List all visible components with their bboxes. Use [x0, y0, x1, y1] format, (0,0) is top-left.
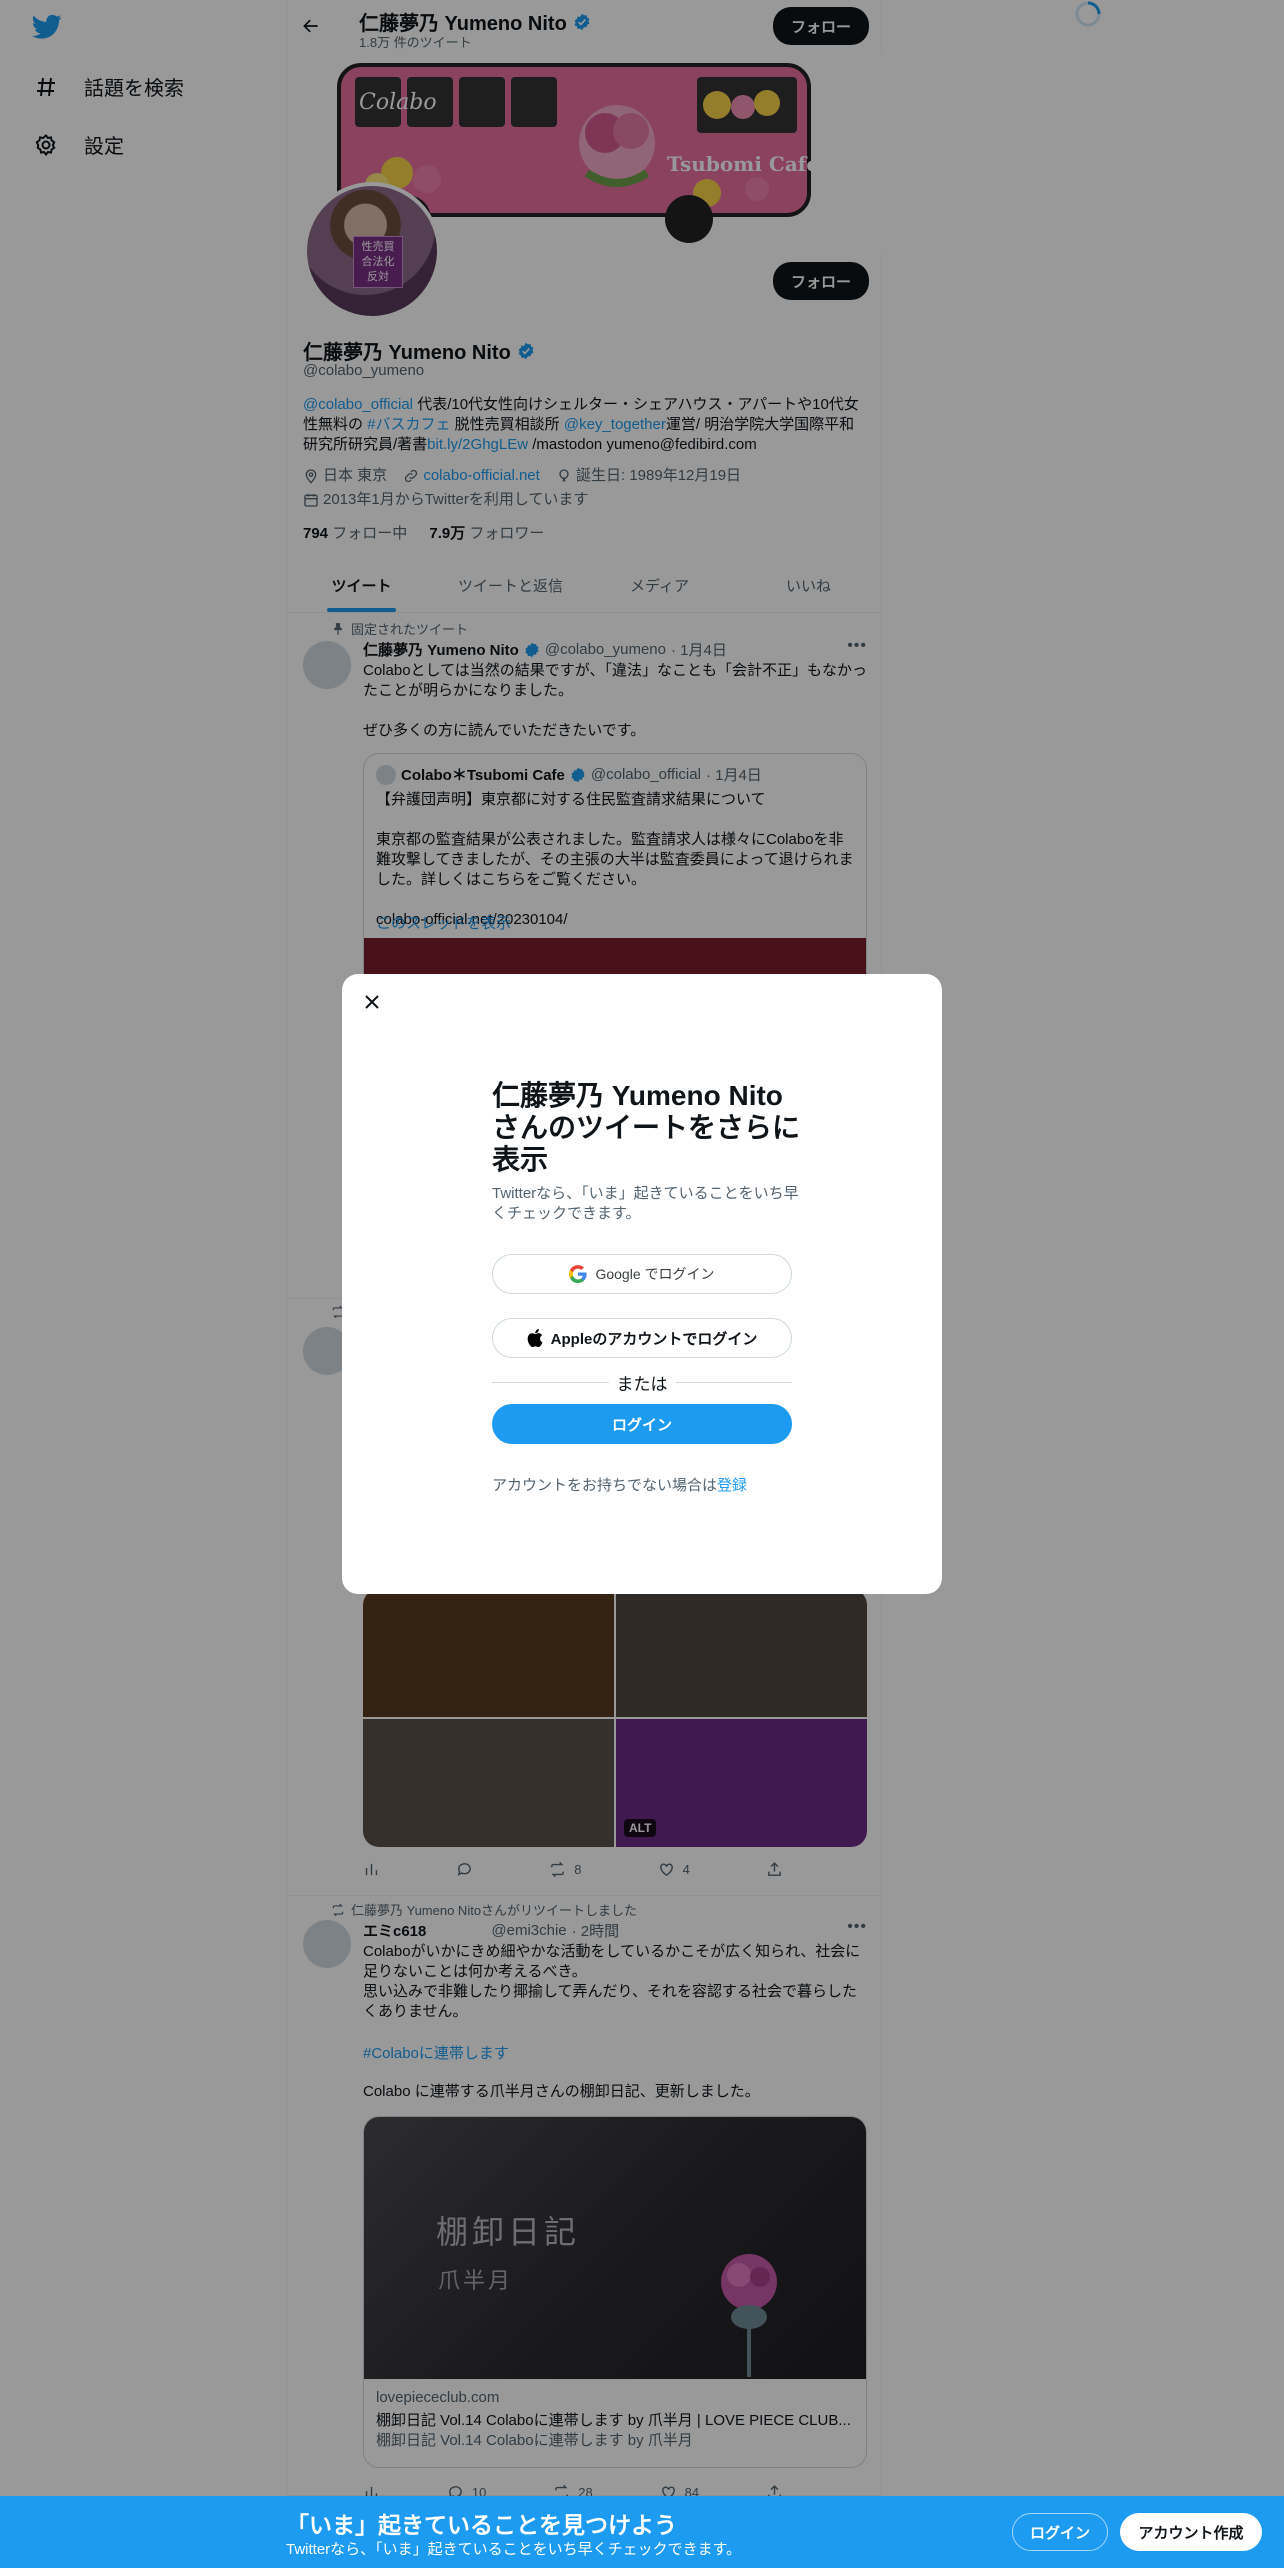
apple-login-label: Appleのアカウントでログイン: [550, 1330, 758, 1348]
bottom-bar-title: 「いま」起きていることを見つけよう: [286, 2512, 677, 2538]
bottom-signup-button[interactable]: アカウント作成: [1120, 2513, 1262, 2551]
bottom-login-button[interactable]: ログイン: [1012, 2513, 1108, 2551]
apple-login-button[interactable]: Appleのアカウントでログイン: [492, 1318, 792, 1358]
login-modal: 仁藤夢乃 Yumeno Nitoさんのツイートをさらに表示 Twitterなら、…: [342, 974, 942, 1594]
google-logo-icon: [569, 1265, 588, 1283]
google-login-label: Google でログイン: [595, 1266, 715, 1282]
or-divider: または: [492, 1370, 792, 1395]
or-label: または: [616, 1375, 668, 1394]
close-button[interactable]: [356, 986, 388, 1018]
apple-logo-icon: [527, 1329, 543, 1347]
close-icon: [365, 995, 379, 1009]
google-login-button[interactable]: Google でログイン: [492, 1254, 792, 1294]
modal-title: 仁藤夢乃 Yumeno Nitoさんのツイートをさらに表示: [492, 1080, 801, 1175]
bottom-signup-bar: 「いま」起きていることを見つけよう Twitterなら、「いま」起きていることを…: [0, 2496, 1284, 2568]
signup-prompt-text: アカウントをお持ちでない場合は: [492, 1477, 718, 1494]
bottom-bar-subtitle: Twitterなら、「いま」起きていることをいち早くチェックできます。: [286, 2541, 742, 2558]
login-button[interactable]: ログイン: [492, 1404, 792, 1444]
signup-prompt: アカウントをお持ちでない場合は登録: [492, 1474, 747, 1495]
modal-subtitle: Twitterなら、「いま」起きていることをいち早くチェックできます。: [492, 1185, 799, 1222]
signup-link[interactable]: 登録: [717, 1477, 747, 1494]
